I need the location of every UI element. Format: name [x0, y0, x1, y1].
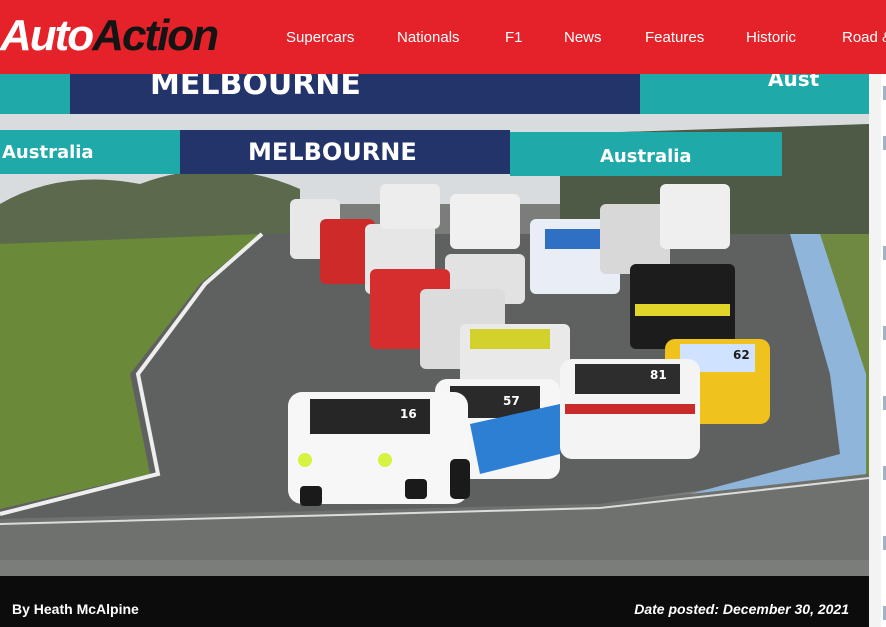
hero-photo: MELBOURNE Aust Australia MELBOURNE Austr…	[0, 74, 869, 576]
car-number-16: 16	[400, 407, 417, 421]
nav-item-historic[interactable]: Historic	[746, 29, 796, 46]
mid-banner-right-text: Australia	[600, 146, 692, 167]
nav-item-road[interactable]: Road &	[842, 29, 886, 46]
car-number-57: 57	[503, 394, 520, 408]
nav-item-f1[interactable]: F1	[505, 29, 523, 46]
article-byline: By Heath McAlpine Date posted: December …	[0, 576, 869, 627]
top-banner-right-text: Aust	[768, 74, 820, 91]
author-name[interactable]: By Heath McAlpine	[12, 601, 139, 617]
logo-word-action: Action	[92, 11, 219, 60]
top-banner-text: MELBOURNE	[150, 74, 361, 102]
mid-banner-center-text: MELBOURNE	[248, 138, 417, 166]
car-number-81: 81	[650, 368, 667, 382]
nav-item-supercars[interactable]: Supercars	[286, 29, 354, 46]
car-number-62: 62	[733, 348, 750, 362]
mid-banner-left-text: Australia	[2, 142, 94, 163]
nav-item-news[interactable]: News	[564, 29, 602, 46]
right-sidebar-edge	[869, 74, 886, 627]
site-header: Auto Action Supercars Nationals F1 News F…	[0, 0, 886, 74]
nav-item-features[interactable]: Features	[645, 29, 704, 46]
nav-item-nationals[interactable]: Nationals	[397, 29, 460, 46]
logo-word-auto: Auto	[0, 11, 94, 60]
race-scene: MELBOURNE Aust Australia MELBOURNE Austr…	[0, 74, 869, 576]
date-posted: Date posted: December 30, 2021	[634, 601, 849, 617]
site-logo[interactable]: Auto Action	[0, 8, 219, 64]
